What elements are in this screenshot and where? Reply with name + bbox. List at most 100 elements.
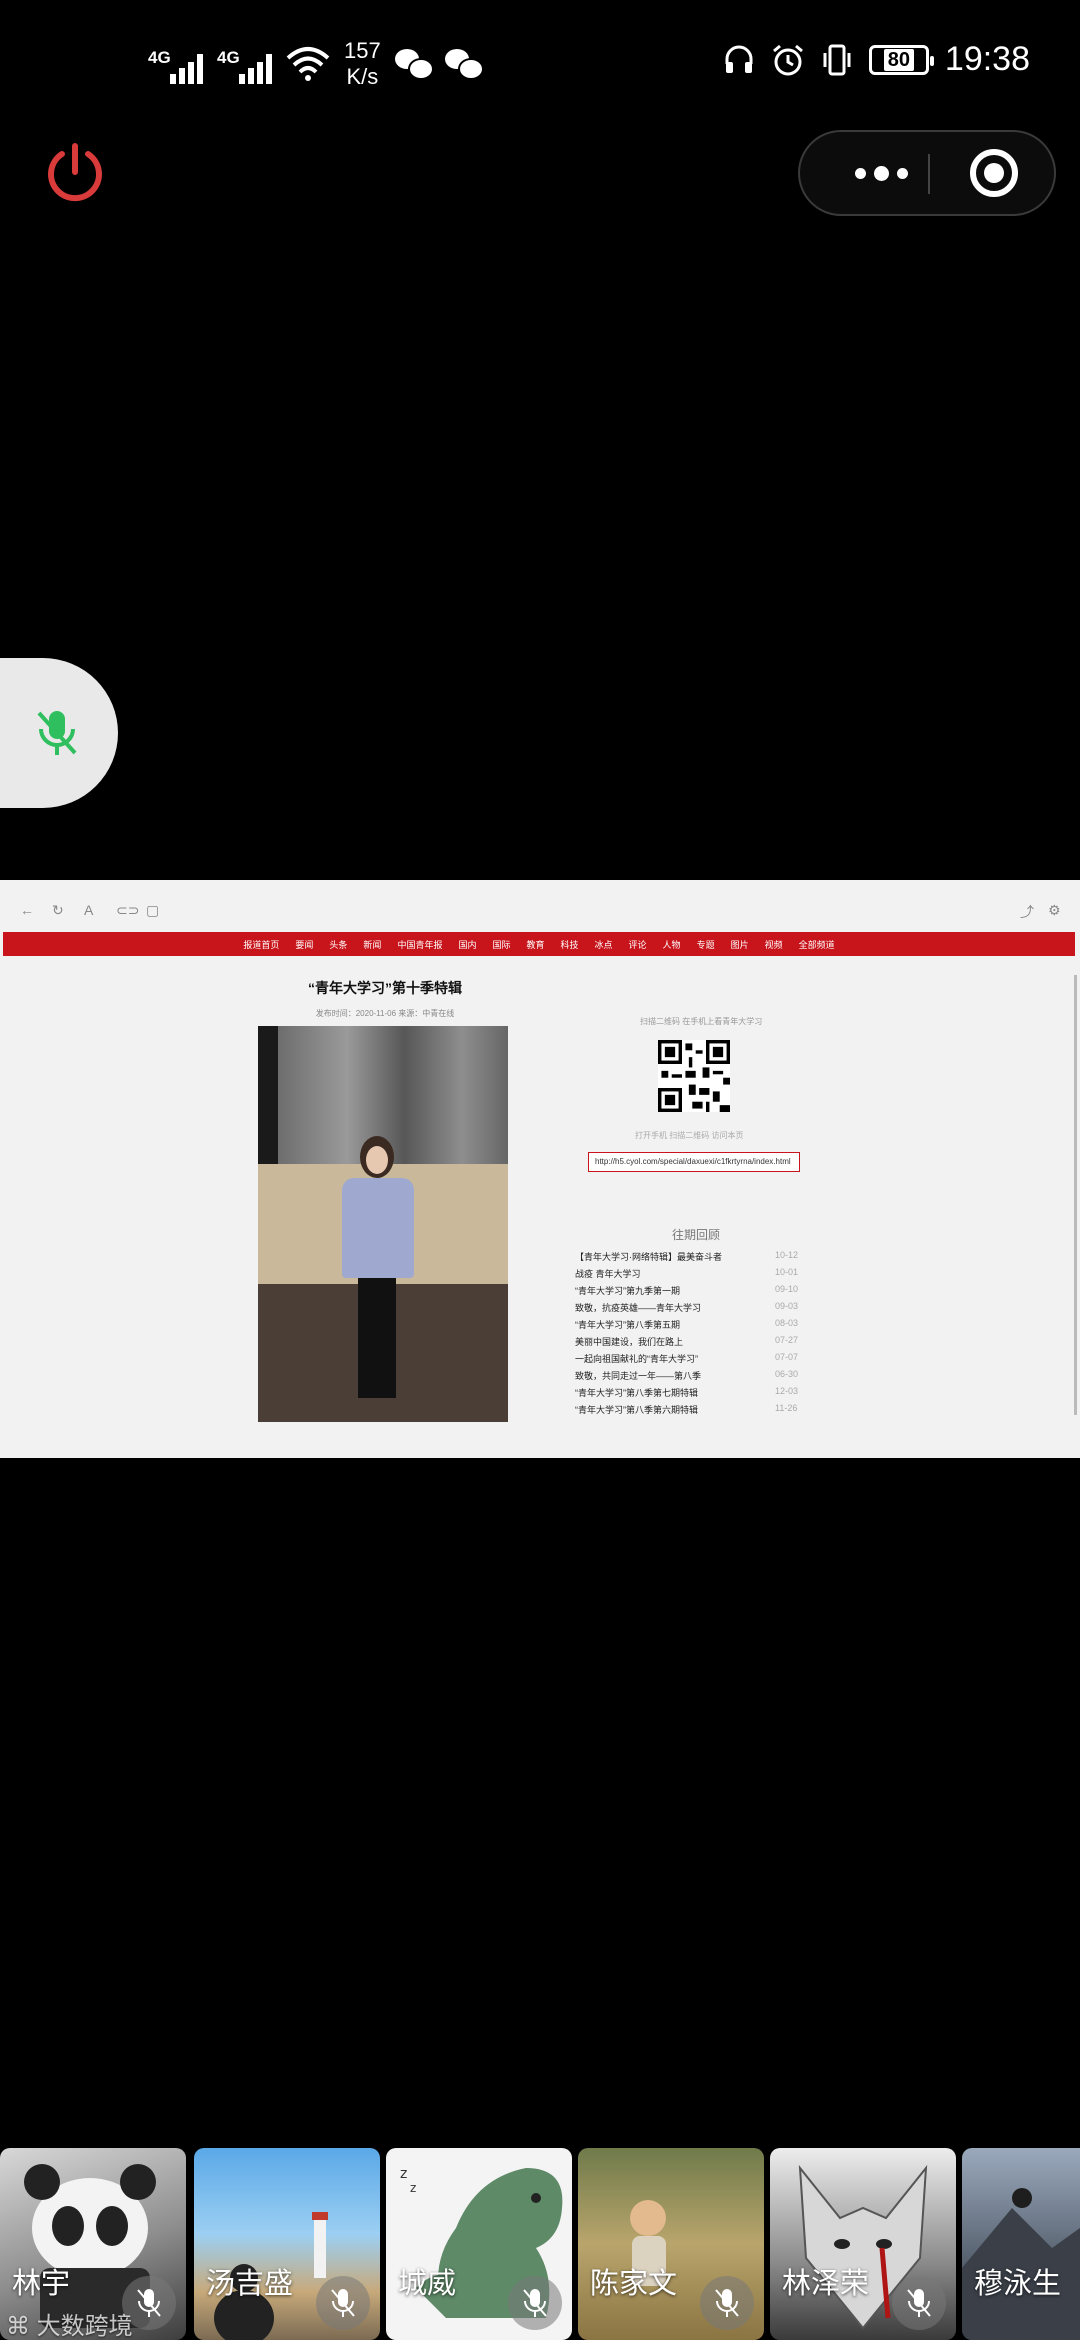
nav-item: 报道首页 bbox=[243, 939, 280, 950]
scrollbar[interactable] bbox=[1074, 975, 1077, 1415]
svg-text:z: z bbox=[410, 2181, 416, 2195]
related-item[interactable]: 一起向祖国献礼的“青年大学习” 07-07 bbox=[575, 1352, 815, 1369]
watermark-text: 大数跨境 bbox=[36, 2313, 133, 2340]
nav-item: 视频 bbox=[764, 939, 783, 950]
related-item-title: 一起向祖国献礼的“青年大学习” bbox=[575, 1354, 698, 1364]
related-title: 往期回顾 bbox=[672, 1228, 721, 1242]
participant-tile[interactable]: 穆泳生 bbox=[962, 2148, 1080, 2340]
nav-item: 图片 bbox=[730, 939, 749, 950]
speed-value: 157 bbox=[344, 38, 381, 63]
status-right: 80 19:38 bbox=[723, 40, 1030, 79]
settings-icon: ⚙ bbox=[1048, 902, 1061, 918]
nav-item: 评论 bbox=[628, 939, 647, 950]
participant-mic-button[interactable] bbox=[508, 2276, 562, 2330]
network-type-2: 4G bbox=[217, 48, 240, 67]
nav-item: 国内 bbox=[458, 939, 477, 950]
site-nav: 报道首页 要闻 头条 新闻 中国青年报 国内 国际 教育 科技 冰点 评论 人物… bbox=[3, 932, 1075, 956]
link-icon: ⊂⊃ bbox=[116, 902, 140, 918]
related-item-title: 【青年大学习·网络特辑】最美奋斗者 bbox=[575, 1252, 722, 1262]
mini-program-capsule bbox=[798, 130, 1056, 216]
related-item-date: 11-26 bbox=[775, 1403, 798, 1413]
participant-strip: 林宇 汤吉盛 z z 城威 陈家文 林泽荣 穆泳生 bbox=[0, 2148, 1080, 2340]
related-item[interactable]: “青年大学习”第八季第六期特辑 11-26 bbox=[575, 1403, 815, 1420]
mic-muted-icon bbox=[137, 2289, 161, 2317]
related-item[interactable]: “青年大学习”第九季第一期 09-10 bbox=[575, 1284, 815, 1301]
related-item-title: “青年大学习”第九季第一期 bbox=[575, 1286, 680, 1296]
related-item[interactable]: 美丽中国建设，我们在路上 07-27 bbox=[575, 1335, 815, 1352]
participant-tile[interactable]: z z 城威 bbox=[386, 2148, 572, 2340]
related-item-title: “青年大学习”第八季第六期特辑 bbox=[575, 1405, 698, 1415]
participant-name: 汤吉盛 bbox=[206, 2268, 294, 2300]
network-type-1: 4G bbox=[148, 48, 171, 67]
speed-unit: K/s bbox=[346, 64, 379, 89]
back-icon: ← bbox=[20, 902, 34, 918]
vibrate-icon bbox=[823, 44, 851, 75]
participant-mic-button[interactable] bbox=[316, 2276, 370, 2330]
related-item[interactable]: 战疫 青年大学习 10-01 bbox=[575, 1267, 815, 1284]
related-item[interactable]: “青年大学习”第八季第七期特辑 12-03 bbox=[575, 1386, 815, 1403]
related-item-title: “青年大学习”第八季第五期 bbox=[575, 1320, 680, 1330]
related-item-title: 战疫 青年大学习 bbox=[575, 1269, 641, 1279]
more-dot-icon bbox=[896, 167, 908, 179]
nav-item: 冰点 bbox=[594, 939, 613, 950]
power-icon[interactable] bbox=[42, 140, 108, 206]
video-player[interactable] bbox=[258, 1026, 508, 1422]
participant-tile[interactable]: 林泽荣 bbox=[770, 2148, 956, 2340]
status-bar: 4G 4G 157 K/s 80 19:38 bbox=[0, 0, 1080, 130]
related-item[interactable]: 致敬，共同走过一年——第八季 06-30 bbox=[575, 1369, 815, 1386]
clock: 19:38 bbox=[944, 40, 1030, 78]
shared-screen[interactable]: ← ↻ A ⊂⊃ ▢ ⤴ ⚙ 报道首页 要闻 头条 新闻 中国青年报 国内 国际… bbox=[0, 880, 1080, 1458]
related-item[interactable]: “青年大学习”第八季第五期 08-03 bbox=[575, 1318, 815, 1335]
network-speed: 157 K/s bbox=[344, 38, 381, 90]
watermark-logo-icon: ⌘ bbox=[6, 2313, 30, 2340]
cell-signal-1-icon: 4G bbox=[148, 44, 203, 84]
mic-muted-icon bbox=[523, 2289, 547, 2317]
share-icon: ⤴ bbox=[1020, 904, 1034, 920]
participant-tile[interactable]: 汤吉盛 bbox=[194, 2148, 380, 2340]
related-list: 【青年大学习·网络特辑】最美奋斗者 10-12 战疫 青年大学习 10-01 “青年… bbox=[575, 1250, 815, 1420]
more-options-button[interactable] bbox=[838, 132, 924, 214]
headphones-icon bbox=[725, 45, 753, 73]
participant-name: 陈家文 bbox=[590, 2268, 678, 2300]
nav-item: 头条 bbox=[329, 939, 348, 950]
related-item-date: 07-27 bbox=[775, 1335, 799, 1345]
qr-caption-2: 打开手机 扫描二维码 访问本页 bbox=[635, 1131, 744, 1140]
more-dot-icon bbox=[854, 167, 866, 179]
nav-item: 人物 bbox=[662, 939, 681, 950]
nav-item: 新闻 bbox=[363, 939, 382, 950]
window-icon: ▢ bbox=[146, 902, 160, 918]
nav-item: 教育 bbox=[526, 939, 545, 950]
related-item-date: 10-01 bbox=[775, 1267, 799, 1277]
floating-mic-button[interactable] bbox=[0, 658, 118, 808]
participant-mic-button[interactable] bbox=[892, 2276, 946, 2330]
nav-item: 中国青年报 bbox=[397, 939, 443, 950]
article-title: “青年大学习”第十季特辑 bbox=[308, 980, 462, 996]
related-item[interactable]: 致敬，抗疫英雄——青年大学习 09-03 bbox=[575, 1301, 815, 1318]
nav-item: 国际 bbox=[492, 939, 511, 950]
wifi-icon bbox=[286, 47, 330, 81]
nav-item: 全部频道 bbox=[798, 939, 835, 950]
cell-signal-2-icon: 4G bbox=[217, 44, 272, 84]
article-meta: 发布时间：2020-11-06 来源：中青在线 bbox=[315, 1009, 455, 1018]
related-item-date: 09-10 bbox=[775, 1284, 799, 1294]
battery-icon: 80 bbox=[868, 44, 934, 75]
mic-muted-icon bbox=[907, 2289, 931, 2317]
participant-mic-button[interactable] bbox=[700, 2276, 754, 2330]
mic-muted-icon bbox=[37, 711, 77, 755]
related-item-date: 06-30 bbox=[775, 1369, 799, 1379]
browser-toolbar: ← ↻ A ⊂⊃ ▢ ⤴ ⚙ bbox=[0, 898, 1080, 928]
mic-muted-icon bbox=[715, 2289, 739, 2317]
more-dot-icon bbox=[873, 165, 889, 181]
participant-tile[interactable]: 陈家文 bbox=[578, 2148, 764, 2340]
close-mini-program-icon[interactable] bbox=[970, 149, 1018, 197]
related-item[interactable]: 【青年大学习·网络特辑】最美奋斗者 10-12 bbox=[575, 1250, 815, 1267]
participant-name: 林泽荣 bbox=[782, 2268, 870, 2300]
battery-level: 80 bbox=[883, 48, 915, 71]
alarm-icon bbox=[772, 44, 803, 75]
presenter bbox=[338, 1136, 418, 1406]
participant-name: 林宇 bbox=[12, 2268, 71, 2300]
watermark: ⌘ 大数跨境 bbox=[6, 2306, 133, 2340]
nav-item: 要闻 bbox=[295, 939, 314, 950]
capsule-divider bbox=[928, 154, 930, 194]
url-box[interactable]: http://h5.cyol.com/special/daxuexi/c1fkr… bbox=[588, 1152, 800, 1172]
